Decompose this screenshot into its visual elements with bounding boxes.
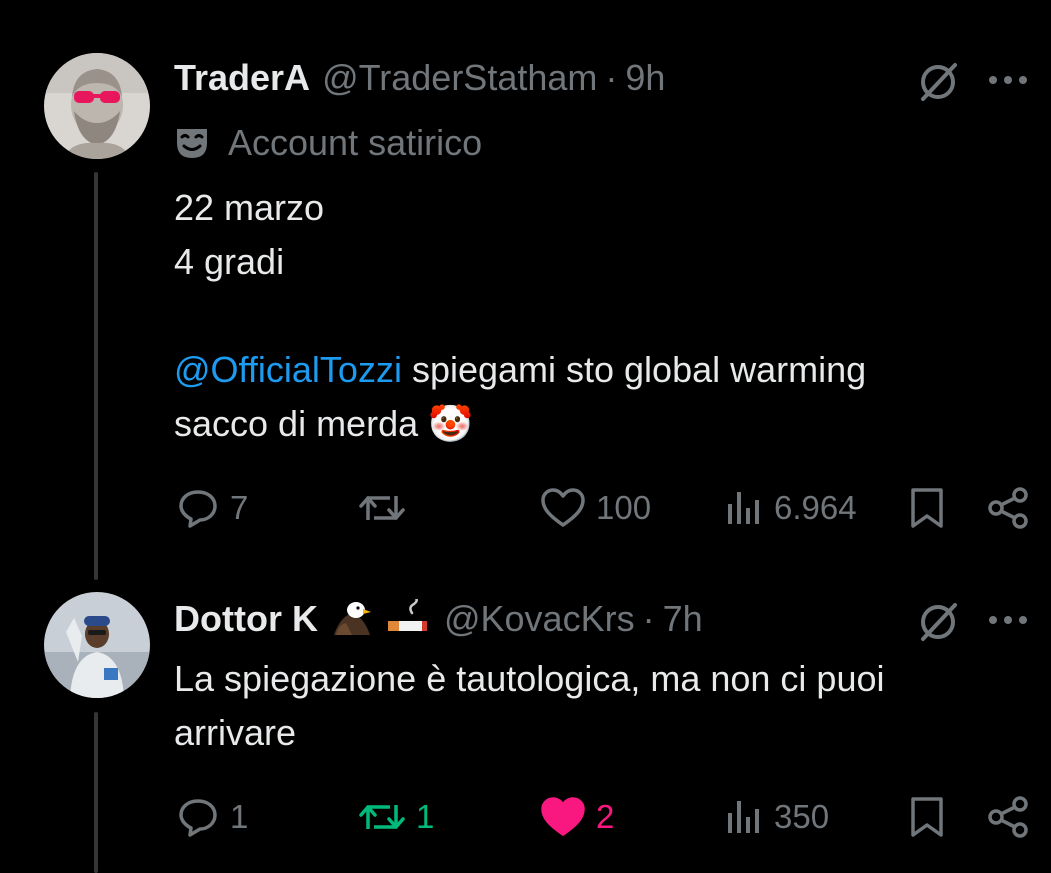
- user-handle[interactable]: @TraderStatham: [322, 57, 597, 99]
- post-text: La spiegazione è tautologica, ma non ci …: [174, 652, 885, 760]
- cigarette-icon: [386, 599, 432, 639]
- separator: ·: [642, 598, 655, 639]
- heart-icon: [540, 796, 586, 838]
- share-icon: [986, 795, 1030, 839]
- grok-icon[interactable]: [912, 596, 964, 648]
- clown-emoji: 🤡: [428, 403, 473, 444]
- account-label-text: Account satirico: [228, 122, 483, 163]
- bookmark-button[interactable]: [908, 478, 946, 538]
- retweet-button[interactable]: 1: [358, 787, 434, 847]
- share-icon: [986, 486, 1030, 530]
- like-count: 100: [596, 489, 652, 526]
- retweet-count: 1: [416, 798, 435, 835]
- post-header: TraderA @TraderStatham · 9h: [174, 53, 665, 103]
- post-text-segment: spiegami sto global warming: [401, 349, 867, 390]
- post-text-line: arrivare: [174, 712, 297, 753]
- post-text-line: 4 gradi: [174, 241, 285, 282]
- more-options-icon[interactable]: [984, 600, 1032, 640]
- action-bar: 1 1 2 350: [0, 787, 1051, 847]
- user-handle[interactable]: @KovacKrs: [444, 598, 635, 640]
- heart-icon: [540, 487, 586, 529]
- avatar[interactable]: [44, 592, 150, 698]
- post-text: 22 marzo 4 gradi @OfficialTozzi spiegami…: [174, 181, 866, 451]
- display-name[interactable]: TraderA: [174, 57, 310, 99]
- reply-icon: [176, 795, 220, 839]
- post-text-line: sacco di merda 🤡: [174, 397, 866, 451]
- like-count: 2: [596, 798, 615, 835]
- post-text-line: La spiegazione è tautologica, ma non ci …: [174, 658, 885, 699]
- avatar[interactable]: [44, 53, 150, 159]
- analytics-icon: [724, 797, 764, 837]
- post-text-segment: sacco di merda: [174, 403, 419, 444]
- post-text-line: 22 marzo: [174, 187, 325, 228]
- more-options-icon[interactable]: [984, 60, 1032, 100]
- separator: ·: [605, 57, 618, 98]
- reply-count: 7: [230, 489, 249, 526]
- post-time[interactable]: 9h: [625, 57, 665, 99]
- retweet-icon: [358, 795, 406, 839]
- mention-link[interactable]: @OfficialTozzi: [174, 349, 402, 390]
- like-button[interactable]: 100: [540, 478, 651, 538]
- eagle-icon: [330, 599, 374, 639]
- views-button[interactable]: 6.964: [724, 478, 857, 538]
- post-time[interactable]: 7h: [663, 598, 703, 640]
- reply-icon: [176, 486, 220, 530]
- reply-button[interactable]: 1: [176, 787, 248, 847]
- share-button[interactable]: [986, 478, 1030, 538]
- bookmark-icon: [908, 795, 946, 839]
- account-label[interactable]: Account satirico: [174, 118, 482, 168]
- share-button[interactable]: [986, 787, 1030, 847]
- retweet-button[interactable]: [358, 478, 416, 538]
- like-button[interactable]: 2: [540, 787, 614, 847]
- post-text-line: @OfficialTozzi spiegami sto global warmi…: [174, 343, 866, 397]
- views-count: 350: [774, 798, 830, 835]
- grok-icon[interactable]: [912, 56, 964, 108]
- analytics-icon: [724, 488, 764, 528]
- display-name[interactable]: Dottor K: [174, 598, 318, 640]
- reply-count: 1: [230, 798, 249, 835]
- views-count: 6.964: [774, 489, 857, 526]
- reply-button[interactable]: 7: [176, 478, 248, 538]
- bookmark-button[interactable]: [908, 787, 946, 847]
- post-header: Dottor K @KovacKrs · 7h: [174, 594, 703, 644]
- action-bar: 7 100 6.964: [0, 478, 1051, 538]
- bookmark-icon: [908, 486, 946, 530]
- views-button[interactable]: 350: [724, 787, 829, 847]
- theater-mask-icon: [174, 125, 210, 161]
- retweet-icon: [358, 486, 406, 530]
